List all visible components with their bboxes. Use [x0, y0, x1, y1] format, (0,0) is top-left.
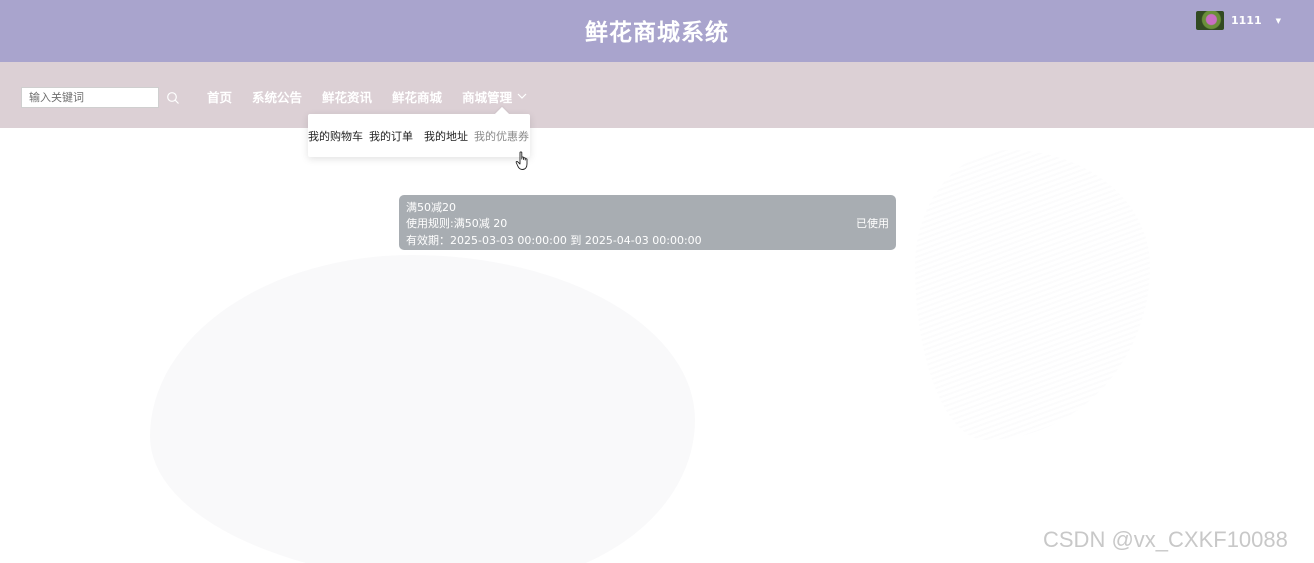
pointer-cursor-icon — [515, 151, 528, 170]
menu-item-cart[interactable]: 我的购物车 — [308, 128, 363, 144]
menu-item-coupons[interactable]: 我的优惠券 — [474, 128, 529, 144]
user-menu[interactable]: 1111 ▼ — [1196, 11, 1281, 30]
caret-down-icon[interactable]: ▼ — [1276, 17, 1281, 25]
nav-item-shop-management[interactable]: 商城管理 — [462, 87, 527, 106]
coupon-status: 已使用 — [856, 217, 889, 230]
nav-item-flower-news[interactable]: 鲜花资讯 — [322, 87, 372, 106]
nav-item-home[interactable]: 首页 — [207, 87, 232, 106]
nav-item-label: 商城管理 — [462, 90, 513, 105]
menu-item-orders[interactable]: 我的订单 — [369, 128, 413, 144]
username[interactable]: 1111 — [1231, 14, 1262, 27]
navbar: 首页 系统公告 鲜花资讯 鲜花商城 商城管理 — [0, 62, 1314, 128]
menu-item-addresses[interactable]: 我的地址 — [424, 128, 468, 144]
watermark: CSDN @vx_CXKF10088 — [1043, 527, 1288, 552]
coupon-name: 满50减20 — [406, 201, 456, 214]
background-blob-left — [150, 255, 695, 563]
coupon-card[interactable]: 满50减20 使用规则:满50减 20 有效期：2025-03-03 00:00… — [399, 195, 896, 250]
search-icon[interactable] — [166, 91, 180, 105]
site-title: 鲜花商城系统 — [585, 20, 729, 46]
coupon-rule: 使用规则:满50减 20 — [406, 217, 508, 230]
avatar[interactable] — [1196, 11, 1224, 30]
nav-menu: 首页 系统公告 鲜花资讯 鲜花商城 商城管理 — [207, 87, 547, 106]
shop-management-dropdown: 我的购物车 我的订单 我的地址 我的优惠券 — [308, 106, 530, 157]
search-input[interactable] — [21, 87, 159, 108]
chevron-down-icon — [517, 93, 527, 99]
nav-item-announcements[interactable]: 系统公告 — [252, 87, 302, 106]
background-blob-right — [915, 150, 1150, 440]
site-header: 鲜花商城系统 1111 ▼ — [0, 0, 1314, 62]
coupon-validity: 有效期：2025-03-03 00:00:00 到 2025-04-03 00:… — [406, 234, 702, 247]
nav-item-flower-shop[interactable]: 鲜花商城 — [392, 87, 442, 106]
